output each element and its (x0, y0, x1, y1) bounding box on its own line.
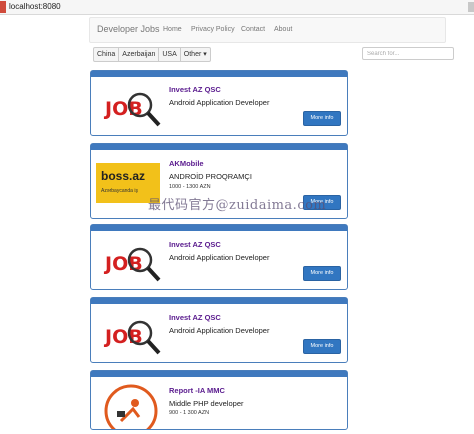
job-title: ANDROİD PROQRAMÇI (169, 172, 252, 181)
country-filter-group: China Azerbaijan USA Other ▾ (93, 47, 211, 62)
job-company[interactable]: AKMobile (169, 159, 204, 168)
job-search-logo-icon: JOB (99, 81, 163, 129)
job-card: Report -IA MMC Middle PHP developer 900 … (90, 370, 348, 434)
card-header-bar (91, 225, 347, 231)
boss-logo-subtext: Azərbaycanda iş (101, 188, 138, 194)
boss-logo-text: boss.az (101, 169, 146, 183)
job-salary: 900 - 1 300 AZN (169, 410, 210, 416)
job-search-logo-icon: JOB (99, 309, 163, 357)
filter-china-button[interactable]: China (93, 47, 120, 62)
filter-other-dropdown[interactable]: Other ▾ (179, 47, 211, 62)
job-title: Android Application Developer (169, 326, 270, 335)
job-company[interactable]: Invest AZ QSC (169, 240, 221, 249)
nav-privacy-policy[interactable]: Privacy Policy (191, 26, 235, 33)
browser-scroll-marker (468, 2, 474, 12)
filter-azerbaijan-button[interactable]: Azerbaijan (118, 47, 160, 62)
more-info-button[interactable]: More info (303, 111, 341, 126)
job-company[interactable]: Report -IA MMC (169, 386, 225, 395)
card-header-bar (91, 144, 347, 150)
job-card: JOB Invest AZ QSC Android Application De… (90, 70, 348, 136)
filter-usa-button[interactable]: USA (158, 47, 181, 62)
more-info-button[interactable]: More info (303, 339, 341, 354)
job-company[interactable]: Invest AZ QSC (169, 85, 221, 94)
nav-contact[interactable]: Contact (241, 26, 265, 33)
card-header-bar (91, 298, 347, 304)
card-header-bar (91, 371, 347, 377)
job-company[interactable]: Invest AZ QSC (169, 313, 221, 322)
address-url[interactable]: localhost:8080 (9, 1, 61, 13)
nav-about[interactable]: About (274, 26, 292, 33)
report-logo-icon (99, 381, 163, 434)
job-search-logo-icon: JOB (99, 236, 163, 284)
card-header-bar (91, 71, 347, 77)
job-card: JOB Invest AZ QSC Android Application De… (90, 224, 348, 290)
search-input[interactable] (362, 47, 454, 60)
job-title: Android Application Developer (169, 253, 270, 262)
job-card: JOB Invest AZ QSC Android Application De… (90, 297, 348, 363)
more-info-button[interactable]: More info (303, 266, 341, 281)
browser-address-bar: localhost:8080 (0, 0, 474, 15)
navbar-brand[interactable]: Developer Jobs (97, 24, 160, 34)
job-title: Middle PHP developer (169, 399, 244, 408)
watermark: 最代码官方@zuidaima.com (148, 198, 327, 213)
browser-tab-marker (0, 1, 6, 13)
job-title: Android Application Developer (169, 98, 270, 107)
job-salary: 1000 - 1300 AZN (169, 184, 211, 190)
navbar: Developer Jobs Home Privacy Policy Conta… (89, 17, 446, 43)
nav-home[interactable]: Home (163, 26, 182, 33)
